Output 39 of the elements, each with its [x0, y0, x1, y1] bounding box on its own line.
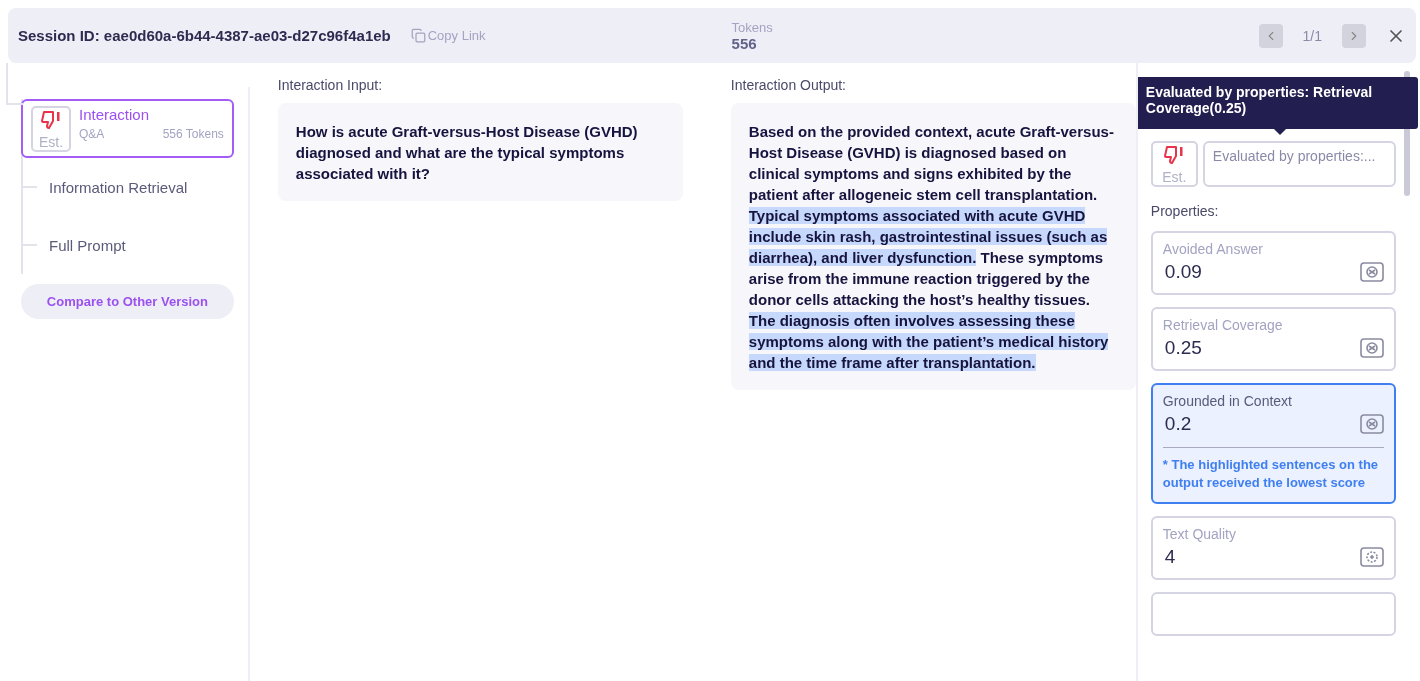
- property-name: Avoided Answer: [1162, 241, 1264, 257]
- property-value: 0.2: [1163, 413, 1192, 435]
- property-value: 0.09: [1163, 261, 1202, 283]
- property-name: Retrieval Coverage: [1162, 317, 1284, 333]
- token-count: 556 Tokens: [162, 127, 224, 141]
- interaction-title: Interaction: [79, 106, 151, 123]
- session-id: Session ID: eae0d60a-6b44-4387-ae03-d27c96f4a1eb: [18, 27, 391, 44]
- property-name: Text Quality: [1162, 526, 1237, 542]
- tree-item[interactable]: Full Prompt: [49, 236, 126, 254]
- interaction-card[interactable]: Est. Interaction Q&A 556 Tokens: [21, 99, 234, 158]
- interaction-type: Q&A: [79, 127, 105, 141]
- tooltip-pointer: [1273, 129, 1286, 135]
- property-card[interactable]: Retrieval Coverage 0.25: [1150, 307, 1396, 371]
- tokens-value: 556: [731, 34, 758, 52]
- property-value: 0.25: [1163, 337, 1202, 359]
- next-button[interactable]: [1342, 23, 1366, 48]
- compare-button[interactable]: Compare to Other Version: [21, 284, 234, 319]
- thumbs-down-icon: [40, 110, 62, 130]
- estimate-badge: Est.: [31, 106, 71, 152]
- property-card[interactable]: Text Quality 4: [1150, 516, 1396, 580]
- annotation-text: Evaluated by properties:...: [1202, 141, 1396, 187]
- property-card[interactable]: Avoided Answer 0.09: [1150, 231, 1396, 295]
- tree-item[interactable]: Information Retrieval: [49, 178, 188, 196]
- tokens-label: Tokens: [731, 19, 773, 35]
- property-name: Grounded in Context: [1162, 393, 1293, 409]
- input-label: Interaction Input:: [277, 77, 384, 93]
- page-counter: 1/1: [1302, 27, 1322, 44]
- copy-icon: [410, 28, 426, 43]
- dashed-plus-icon[interactable]: [1360, 547, 1384, 567]
- output-label: Interaction Output:: [730, 77, 847, 93]
- estimate-badge: Est.: [1150, 141, 1198, 187]
- property-note: * The highlighted sentences on the output received the lowest score: [1162, 447, 1384, 492]
- output-text: Based on the provided context, acute Graft-versus-Host Disease (GVHD) is diagnosed based on clinical symptoms and signs exhibited by the patient after allogeneic stem cell transplantation. Typical symptoms associated with acute GVHD include skin rash, gastrointestinal issues (such as diarrhea), and liver dysfunction. These symptoms arise from the immune reaction triggered by the donor cells attacking the host’s healthy tissues. The diagnosis often involves assessing these symptoms along with the patient’s medical history and the time frame after transplantation.: [730, 103, 1136, 390]
- thumbs-down-icon: [1163, 145, 1186, 165]
- property-card[interactable]: Grounded in Context 0.2 * The highlighted sentences on the output received the lowest score: [1150, 383, 1396, 504]
- previous-button[interactable]: [1258, 23, 1283, 48]
- properties-label: Properties:: [1150, 203, 1220, 219]
- input-text: How is acute Graft-versus-Host Disease (GVHD) diagnosed and what are the typical symptoms associated with it?: [277, 103, 683, 201]
- property-value: 4: [1163, 546, 1176, 568]
